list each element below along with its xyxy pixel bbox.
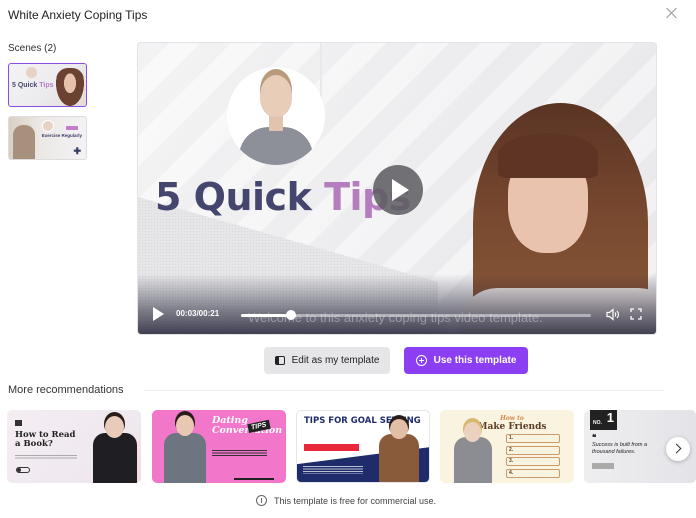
- quote-icon: ❝: [592, 433, 597, 442]
- card-title: How to Read a Book?: [15, 430, 76, 450]
- license-notice-text: This template is free for commercial use…: [274, 495, 437, 506]
- scene-1-title-accent: Tips: [39, 82, 54, 89]
- recommendations-heading: More recommendations: [8, 384, 124, 396]
- step-item: 3.: [506, 457, 560, 466]
- presenter-head: [176, 415, 194, 436]
- card-mini-button: [592, 463, 614, 469]
- play-icon[interactable]: [153, 307, 165, 321]
- close-icon[interactable]: [665, 6, 679, 20]
- card-quote: Success is built from a thousand failure…: [592, 442, 648, 455]
- edit-button-label: Edit as my template: [291, 355, 380, 366]
- presenter-head: [390, 419, 408, 439]
- steps-list: 1. 2. 3. 4.: [506, 434, 560, 480]
- doodle-illustration: [234, 458, 274, 480]
- toggle-graphic: [16, 467, 30, 473]
- license-notice: This template is free for commercial use…: [256, 495, 436, 506]
- step-item: 2.: [506, 445, 560, 455]
- progress-fill: [241, 314, 292, 317]
- progress-slider[interactable]: [241, 310, 591, 320]
- presenter-head: [105, 416, 124, 438]
- recommendation-card-4[interactable]: How to Make Friends 1. 2. 3. 4.: [440, 410, 574, 483]
- recommendation-card-2[interactable]: Dating Conversation TIPS: [152, 410, 286, 483]
- scene-2-title: Exercise Regularly: [41, 133, 82, 138]
- step-item: 4.: [506, 468, 560, 478]
- video-headline: 5 Quick Tips: [155, 175, 411, 219]
- card-title: How to Make Friends: [472, 415, 552, 432]
- recommendation-card-1[interactable]: How to Read a Book?: [7, 410, 141, 483]
- plus-circle-icon: [415, 355, 427, 366]
- presenter-body: [379, 434, 419, 482]
- presenter-body: [93, 433, 137, 483]
- scene-1-image: [56, 68, 84, 106]
- controls-bar: [138, 274, 656, 334]
- avatar-thumb: [26, 67, 37, 78]
- presenter-body: [454, 437, 492, 483]
- card-description: [303, 466, 363, 474]
- plus-icon: ✚: [73, 146, 81, 156]
- progress-handle[interactable]: [286, 310, 297, 320]
- card-title-text: Make Friends: [477, 421, 547, 432]
- edit-template-icon: [274, 356, 285, 365]
- use-this-template-button[interactable]: Use this template: [404, 347, 528, 374]
- avatar-thumb: [42, 120, 54, 132]
- badge-number: 1: [606, 410, 614, 425]
- scene-thumbnail-2[interactable]: Exercise Regularly ✚: [8, 116, 87, 160]
- bangs: [498, 133, 598, 178]
- big-play-button[interactable]: [373, 165, 423, 215]
- chevron-right-icon[interactable]: [666, 437, 690, 461]
- badge-prefix: NO.: [593, 420, 602, 426]
- avatar-neck: [269, 115, 283, 131]
- headline-main: 5 Quick: [155, 175, 312, 219]
- presenter-head: [464, 422, 481, 442]
- edit-as-my-template-button[interactable]: Edit as my template: [264, 347, 390, 374]
- video-player[interactable]: 5 Quick Tips Welcome to this anxiety cop…: [137, 42, 657, 335]
- use-button-label: Use this template: [433, 355, 517, 366]
- scene-1-title-main: 5 Quick: [12, 82, 38, 89]
- number-badge: NO. 1: [590, 410, 617, 430]
- card-description: [15, 455, 77, 460]
- time-display: 00:03/00:21: [176, 309, 220, 318]
- presenter-avatar: [227, 67, 325, 165]
- avatar-head: [260, 75, 292, 117]
- scene-1-title: 5 Quick Tips: [12, 82, 54, 89]
- step-item: 1.: [506, 434, 560, 443]
- info-icon: [256, 495, 267, 506]
- book-icon: [15, 420, 22, 426]
- scene-2-badge: [66, 126, 78, 130]
- red-banner: [304, 444, 359, 451]
- volume-icon[interactable]: [606, 308, 620, 321]
- card-description: [212, 450, 267, 456]
- recommendation-card-3[interactable]: TIPS FOR GOAL SETTING: [296, 410, 430, 483]
- section-divider: [144, 390, 664, 391]
- fullscreen-icon[interactable]: [630, 308, 642, 320]
- presenter-body: [164, 433, 206, 483]
- scene-2-image: [13, 125, 35, 159]
- scene-thumbnail-1[interactable]: 5 Quick Tips: [8, 63, 87, 107]
- dialog-title: White Anxiety Coping Tips: [8, 8, 148, 22]
- scenes-label: Scenes (2): [8, 43, 57, 54]
- avatar-body: [239, 127, 313, 165]
